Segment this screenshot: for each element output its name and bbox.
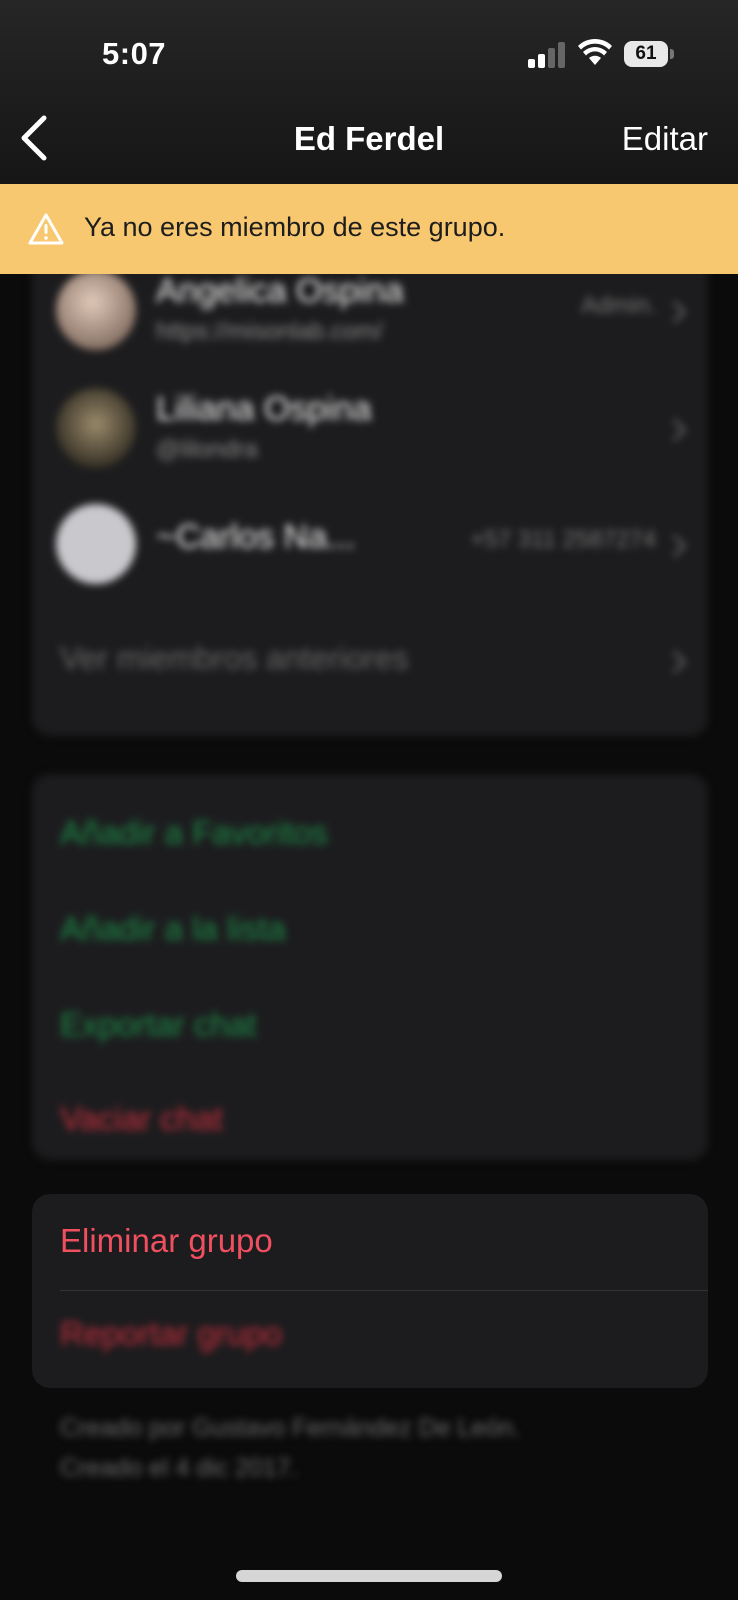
report-group-button[interactable]: Reportar grupo xyxy=(60,1315,282,1353)
add-to-list-button[interactable]: Añadir a la lista xyxy=(60,910,286,948)
past-members-row[interactable]: Ver miembros anteriores xyxy=(32,616,708,706)
edit-button[interactable]: Editar xyxy=(622,120,708,158)
chevron-right-icon xyxy=(672,300,686,324)
member-row[interactable]: ~Carlos Na... +57 311 2587274 xyxy=(32,496,708,596)
member-name: Liliana Ospina xyxy=(156,390,372,428)
member-subtitle: https://misonlab.com/ xyxy=(156,318,383,345)
report-group-row[interactable]: Reportar grupo xyxy=(32,1291,708,1387)
past-members-label: Ver miembros anteriores xyxy=(60,640,409,676)
battery-indicator: 61 xyxy=(624,41,674,67)
chevron-right-icon xyxy=(672,650,686,674)
delete-group-button[interactable]: Eliminar grupo xyxy=(60,1222,273,1260)
member-row[interactable]: Angelica Ospina https://misonlab.com/ Ad… xyxy=(32,262,708,362)
nav-bar: Ed Ferdel Editar xyxy=(0,100,738,184)
avatar xyxy=(56,388,136,468)
battery-level: 61 xyxy=(624,41,668,67)
danger-card: Eliminar grupo Reportar grupo xyxy=(32,1194,708,1388)
warning-icon xyxy=(28,213,64,245)
group-footer: Creado por Gustavo Fernández De León. Cr… xyxy=(60,1408,520,1488)
member-row[interactable]: Liliana Ospina @lilondra xyxy=(32,380,708,480)
status-bar: 5:07 61 xyxy=(0,0,738,100)
top-bar: 5:07 61 Ed Ferdel Editar xyxy=(0,0,738,184)
battery-tip xyxy=(670,49,674,59)
member-subtitle: @lilondra xyxy=(156,436,258,463)
member-phone: +57 311 2587274 xyxy=(470,526,656,553)
banner-text: Ya no eres miembro de este grupo. xyxy=(84,212,506,242)
chevron-right-icon xyxy=(672,418,686,442)
member-name: ~Carlos Na... xyxy=(156,518,356,556)
add-favorites-button[interactable]: Añadir a Favoritos xyxy=(60,814,328,852)
created-by-text: Creado por Gustavo Fernández De León. xyxy=(60,1414,520,1442)
cellular-signal-icon xyxy=(528,42,565,68)
members-card: Angelica Ospina https://misonlab.com/ Ad… xyxy=(32,240,708,736)
wifi-icon xyxy=(578,38,612,65)
created-on-text: Creado el 4 dic 2017. xyxy=(60,1454,298,1482)
actions-card: Añadir a Favoritos Añadir a la lista Exp… xyxy=(32,774,708,1160)
status-time: 5:07 xyxy=(102,36,167,71)
avatar xyxy=(56,504,136,584)
clear-chat-button[interactable]: Vaciar chat xyxy=(60,1100,223,1138)
chevron-right-icon xyxy=(672,534,686,558)
avatar xyxy=(56,270,136,350)
not-member-banner: Ya no eres miembro de este grupo. xyxy=(0,184,738,274)
member-name: Angelica Ospina xyxy=(156,272,404,310)
home-indicator[interactable] xyxy=(236,1570,502,1582)
member-role: Admin. xyxy=(581,292,656,319)
export-chat-button[interactable]: Exportar chat xyxy=(60,1006,256,1044)
delete-group-row[interactable]: Eliminar grupo xyxy=(32,1194,708,1290)
